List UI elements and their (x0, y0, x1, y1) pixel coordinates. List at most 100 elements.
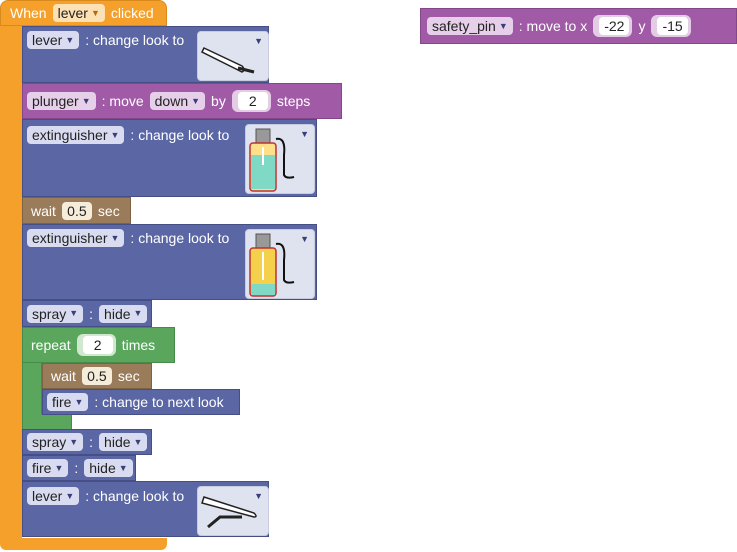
steps-input[interactable]: 2 (231, 90, 271, 112)
sec-label: sec (117, 368, 140, 384)
costume-picker[interactable]: ▼ (197, 31, 269, 81)
repeat-block[interactable]: repeat 2 times (22, 327, 175, 363)
event-block-footer (0, 538, 167, 550)
block-label: : change to next look (94, 394, 224, 410)
visibility-value: hide (89, 460, 116, 476)
dropdown-arrow-icon: ▼ (69, 436, 79, 447)
when-sprite-clicked-block[interactable]: When lever ▼ clicked (0, 0, 167, 26)
costume-picker[interactable]: ▼ (245, 229, 315, 299)
sprite-value: extinguisher (32, 127, 108, 143)
sprite-value: spray (32, 305, 67, 322)
steps-value: 2 (237, 92, 268, 110)
dropdown-arrow-icon: ▼ (110, 129, 120, 140)
wait-block[interactable]: wait 0.5 sec (22, 197, 131, 224)
when-label: When (10, 5, 47, 21)
sprite-dropdown[interactable]: fire ▼ (47, 393, 89, 411)
dropdown-arrow-icon: ▼ (90, 7, 100, 18)
dropdown-arrow-icon: ▼ (133, 308, 143, 318)
colon-label: : (74, 460, 79, 476)
sprite-value: spray (32, 434, 67, 450)
block-label: : change look to (130, 230, 230, 246)
sprite-dropdown[interactable]: fire ▼ (27, 459, 69, 477)
sprite-dropdown[interactable]: extinguisher ▼ (27, 126, 125, 144)
costume-picker[interactable]: ▼ (245, 124, 315, 194)
visibility-value: hide (104, 305, 131, 322)
y-value: -15 (657, 17, 688, 35)
block-label: : move to x (518, 18, 588, 34)
lever-change-look-block[interactable]: lever ▼ : change look to ▼ (22, 481, 269, 537)
extinguisher-change-look-block[interactable]: extinguisher ▼ : change look to ▼ (22, 119, 317, 197)
dropdown-arrow-icon: ▼ (54, 462, 64, 473)
event-block-spine (0, 22, 22, 548)
spray-hide-block[interactable]: spray ▼ : hide ▼ (22, 429, 152, 455)
dropdown-arrow-icon: ▼ (81, 95, 91, 106)
sprite-dropdown[interactable]: spray ▼ (27, 433, 84, 451)
sprite-value: lever (32, 32, 63, 48)
fire-hide-block[interactable]: fire ▼ : hide ▼ (22, 455, 136, 481)
sprite-dropdown[interactable]: plunger ▼ (27, 92, 96, 110)
wait-label: wait (51, 368, 76, 384)
dropdown-arrow-icon: ▼ (191, 95, 201, 106)
visibility-dropdown[interactable]: hide ▼ (84, 459, 133, 477)
dropdown-arrow-icon: ▼ (118, 462, 128, 473)
dropdown-arrow-icon: ▼ (300, 234, 309, 244)
colon-label: : (89, 305, 94, 322)
wait-seconds-input[interactable]: 0.5 (61, 201, 92, 220)
steps-label: steps (276, 93, 311, 109)
sprite-dropdown[interactable]: spray ▼ (27, 304, 84, 323)
sprite-value: lever (32, 488, 63, 504)
repeat-label: repeat (31, 337, 71, 353)
x-input[interactable]: -22 (593, 15, 633, 37)
dropdown-arrow-icon: ▼ (74, 396, 84, 407)
extinguisher-change-look-block[interactable]: extinguisher ▼ : change look to ▼ (22, 224, 317, 300)
y-label: y (638, 18, 646, 34)
block-label: : change look to (130, 127, 230, 143)
hat-sprite-value: lever (57, 5, 88, 21)
sprite-value: fire (52, 394, 72, 410)
costume-picker[interactable]: ▼ (197, 486, 269, 536)
dropdown-arrow-icon: ▼ (498, 20, 508, 31)
block-label: : move (101, 93, 144, 109)
wait-seconds-input[interactable]: 0.5 (81, 367, 112, 385)
sprite-dropdown[interactable]: lever ▼ (27, 487, 80, 505)
dropdown-arrow-icon: ▼ (65, 34, 75, 45)
lever-change-look-block[interactable]: lever ▼ : change look to ▼ (22, 26, 269, 83)
visibility-value: hide (104, 434, 131, 450)
colon-label: : (89, 434, 94, 450)
sprite-dropdown[interactable]: safety_pin ▼ (427, 17, 513, 35)
spray-hide-block[interactable]: spray ▼ : hide ▼ (22, 300, 152, 327)
dropdown-arrow-icon: ▼ (254, 491, 263, 501)
sprite-dropdown[interactable]: extinguisher ▼ (27, 229, 125, 247)
dropdown-arrow-icon: ▼ (254, 36, 263, 46)
times-label: times (121, 337, 156, 353)
clicked-label: clicked (110, 5, 154, 21)
block-label: : change look to (85, 488, 185, 504)
by-label: by (211, 93, 226, 109)
block-label: : change look to (85, 32, 185, 48)
sprite-value: plunger (32, 93, 79, 109)
dropdown-arrow-icon: ▼ (110, 232, 120, 243)
wait-block[interactable]: wait 0.5 sec (42, 363, 152, 389)
sprite-dropdown[interactable]: lever ▼ (27, 31, 80, 49)
repeat-count-value: 2 (82, 336, 113, 354)
dropdown-arrow-icon: ▼ (69, 308, 79, 318)
dropdown-arrow-icon: ▼ (133, 436, 143, 447)
y-input[interactable]: -15 (651, 15, 691, 37)
direction-value: down (154, 93, 189, 109)
sprite-value: safety_pin (432, 18, 496, 34)
dropdown-arrow-icon: ▼ (300, 129, 309, 139)
sec-label: sec (97, 202, 120, 219)
x-value: -22 (599, 17, 630, 35)
fire-next-look-block[interactable]: fire ▼ : change to next look (42, 389, 240, 415)
sprite-value: fire (32, 460, 52, 476)
visibility-dropdown[interactable]: hide ▼ (99, 304, 148, 323)
repeat-count-input[interactable]: 2 (76, 334, 116, 356)
sprite-value: extinguisher (32, 230, 108, 246)
plunger-move-block[interactable]: plunger ▼ : move down ▼ by 2 steps (22, 83, 342, 119)
visibility-dropdown[interactable]: hide ▼ (99, 433, 148, 451)
direction-dropdown[interactable]: down ▼ (149, 92, 206, 110)
wait-label: wait (31, 202, 56, 219)
repeat-block-footer (22, 414, 72, 430)
hat-sprite-dropdown[interactable]: lever ▼ (52, 4, 105, 22)
safety-pin-move-block[interactable]: safety_pin ▼ : move to x -22 y -15 (420, 8, 737, 44)
